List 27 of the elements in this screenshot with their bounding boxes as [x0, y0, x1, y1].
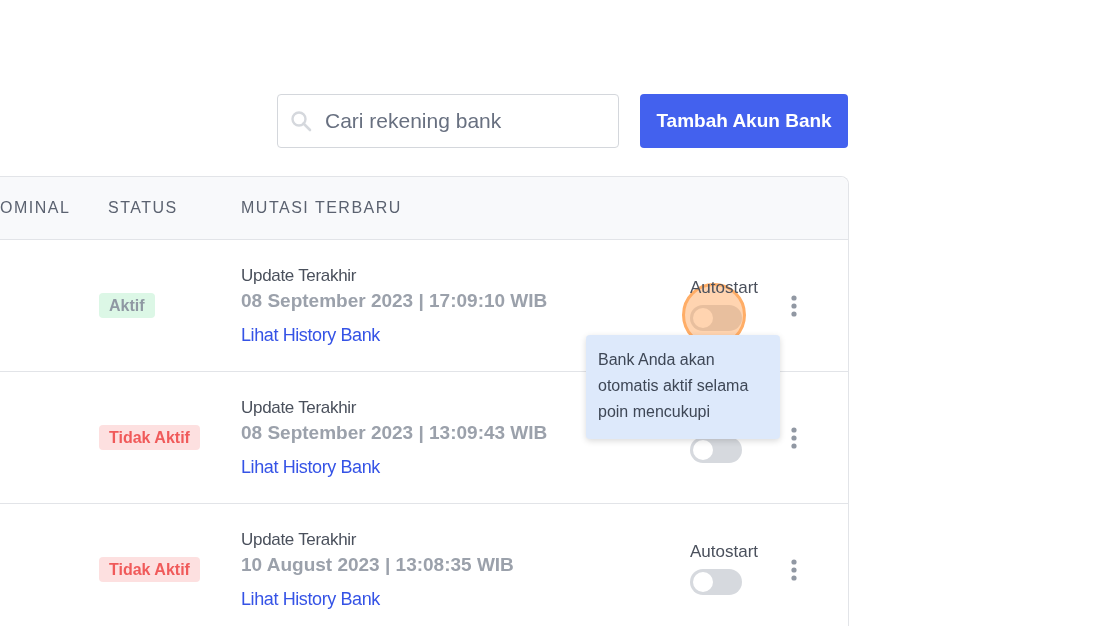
history-link[interactable]: Lihat History Bank [241, 588, 380, 610]
autostart-label: Autostart [690, 542, 759, 563]
more-options-icon[interactable] [790, 294, 798, 317]
search-field[interactable]: Cari rekening bank [277, 94, 619, 148]
column-header: STATUS [108, 199, 178, 217]
autostart-toggle[interactable] [690, 569, 742, 595]
update-label: Update Terakhir [241, 529, 357, 550]
add-bank-account-button[interactable]: Tambah Akun Bank [640, 94, 848, 148]
history-link[interactable]: Lihat History Bank [241, 324, 380, 346]
autostart-toggle[interactable] [690, 305, 742, 331]
status-badge: Aktif [99, 292, 155, 318]
status-badge: Tidak Aktif [99, 424, 200, 450]
update-label: Update Terakhir [241, 397, 357, 418]
update-time: 10 August 2023 | 13:08:35 WIB [241, 553, 514, 576]
more-options-icon[interactable] [790, 426, 798, 449]
update-time: 08 September 2023 | 13:09:43 WIB [241, 421, 548, 444]
autostart-label: Autostart [690, 278, 759, 299]
autostart-toggle[interactable] [690, 437, 742, 463]
history-link[interactable]: Lihat History Bank [241, 456, 380, 478]
status-badge: Tidak Aktif [99, 556, 200, 582]
update-label: Update Terakhir [241, 265, 357, 286]
update-time: 08 September 2023 | 17:09:10 WIB [241, 289, 548, 312]
column-header: MUTASI TERBARU [241, 199, 402, 217]
more-options-icon[interactable] [790, 558, 798, 581]
search-icon [290, 110, 312, 132]
tooltip: Bank Anda akan otomatis aktif selama poin mencukupi [586, 335, 780, 439]
column-header: OMINAL [0, 199, 71, 217]
